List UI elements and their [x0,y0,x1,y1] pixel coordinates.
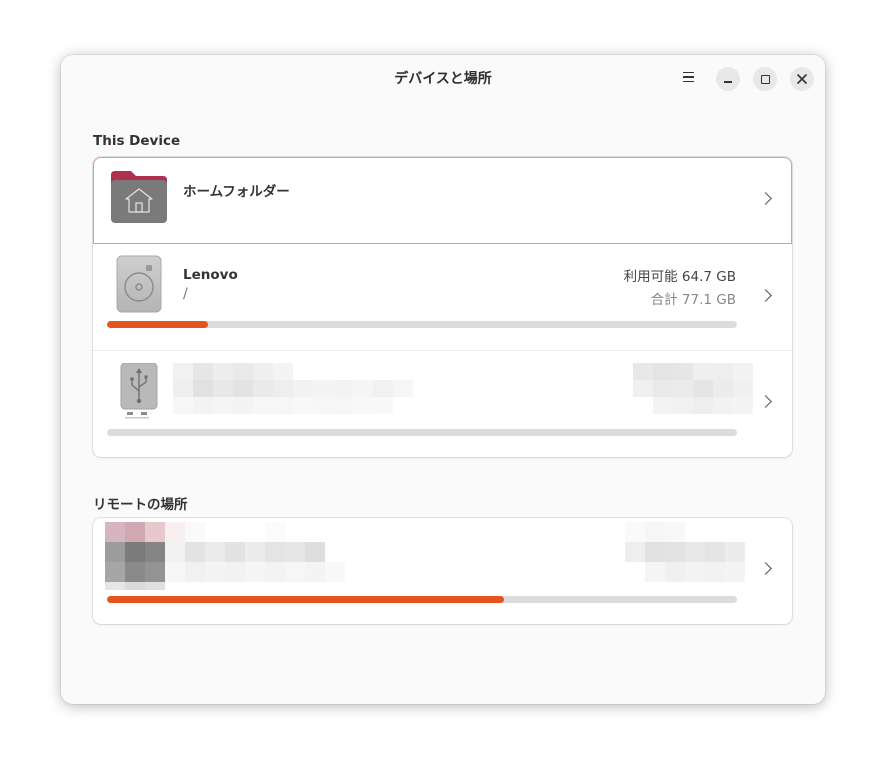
section-title-remote: リモートの場所 [93,497,188,513]
device-name: ホームフォルダー [183,184,290,200]
obscured-device-name [173,363,413,414]
maximize-button[interactable] [753,67,777,91]
this-device-list: ホームフォルダー Lenovo / 利用可能 64.7 GB 合計 77.1 G… [93,157,792,457]
obscured-space-info [625,522,745,582]
window-title: デバイスと場所 [394,71,492,87]
chevron-right-icon [759,562,772,575]
remote-locations-list [93,518,792,624]
device-row-usb[interactable] [93,351,792,457]
remote-location-row[interactable] [93,518,792,624]
section-title-this-device: This Device [93,133,181,149]
usage-bar-fill [107,321,208,328]
minimize-button[interactable] [716,67,740,91]
device-name: Lenovo [183,267,238,283]
device-mount-path: / [183,286,188,302]
free-space-label: 利用可能 64.7 GB [623,269,736,285]
close-button[interactable] [790,67,814,91]
hard-disk-icon [116,255,162,317]
device-row-lenovo[interactable]: Lenovo / 利用可能 64.7 GB 合計 77.1 GB [93,244,792,350]
titlebar: デバイスと場所 [61,55,825,101]
hamburger-menu-icon[interactable] [678,67,698,87]
selection-outline [93,157,792,244]
close-icon [797,74,807,84]
total-space-label: 合計 77.1 GB [650,292,736,308]
usage-bar-fill [107,596,504,603]
usage-bar [107,429,737,436]
usb-drive-icon [119,362,159,425]
obscured-location-name [165,522,345,582]
obscured-space-info [633,363,753,414]
device-row-home[interactable]: ホームフォルダー [93,157,792,244]
usage-bar [107,321,737,328]
minimize-icon [724,81,732,83]
devices-and-locations-window: デバイスと場所 This Device ホームフォルダー Lenovo / 利用… [61,55,825,704]
maximize-icon [760,74,770,84]
chevron-right-icon [759,395,772,408]
chevron-right-icon [759,289,772,302]
usage-bar [107,596,737,603]
home-folder-icon [111,171,167,227]
